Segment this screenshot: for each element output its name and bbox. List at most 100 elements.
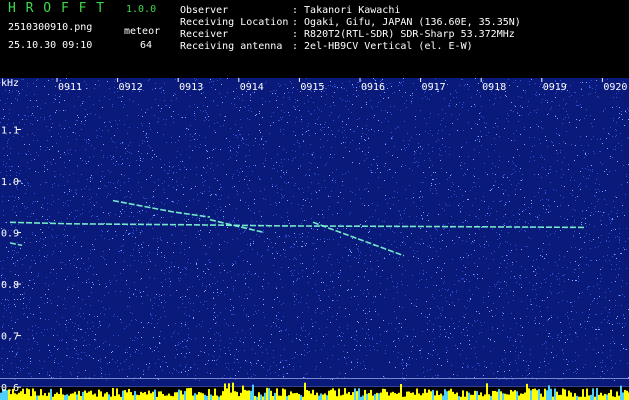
signal-bar (160, 391, 162, 400)
header-panel: H R O F F T 1.0.0 2510300910.png meteor … (0, 0, 629, 78)
signal-bar (188, 388, 190, 400)
signal-bar (306, 389, 308, 400)
signal-bar (424, 388, 426, 400)
signal-bar (254, 395, 256, 400)
signal-bar (494, 390, 496, 400)
signal-bar (548, 385, 550, 400)
antenna-value: : 2el-HB9CV Vertical (el. E-W) (292, 41, 473, 52)
signal-bar (456, 392, 458, 400)
signal-bar (338, 388, 340, 400)
signal-bar (386, 391, 388, 400)
signal-bar (496, 391, 498, 400)
frequency-tick-label: 1.0 (1, 177, 19, 188)
signal-bar (38, 395, 40, 400)
signal-bar (182, 394, 184, 400)
signal-bar (76, 394, 78, 400)
signal-bar (370, 389, 372, 400)
signal-bar (100, 391, 102, 400)
signal-bar (544, 388, 546, 400)
signal-bar (400, 384, 402, 400)
signal-bar (520, 393, 522, 400)
signal-bar (270, 390, 272, 400)
signal-bar (418, 393, 420, 400)
signal-bar (406, 391, 408, 400)
signal-bar (108, 394, 110, 400)
signal-bar (260, 394, 262, 400)
meteor-count: 64 (140, 40, 153, 51)
signal-bar (598, 394, 600, 400)
signal-bar (522, 393, 524, 400)
signal-bar (198, 391, 200, 400)
time-tick-label: 0913 (179, 82, 203, 93)
signal-bar (88, 391, 90, 400)
signal-bar (104, 393, 106, 400)
signal-bar (158, 391, 160, 400)
signal-bar (122, 390, 124, 400)
signal-bar (66, 394, 68, 400)
signal-bar (32, 388, 34, 400)
app-title: H R O F F T (8, 1, 106, 16)
signal-bar (176, 392, 178, 400)
signal-bar (204, 394, 206, 400)
signal-bar (438, 395, 440, 400)
signal-bar (420, 395, 422, 400)
signal-bar (90, 390, 92, 400)
signal-bar (310, 393, 312, 400)
signal-bar (226, 388, 228, 400)
signal-bar (136, 394, 138, 400)
signal-bar (472, 394, 474, 400)
signal-bar (128, 388, 130, 400)
signal-bar (202, 393, 204, 400)
signal-bar (564, 389, 566, 400)
signal-bar (566, 396, 568, 400)
signal-bar (378, 393, 380, 400)
signal-bar (300, 395, 302, 400)
signal-bar (318, 395, 320, 400)
signal-bar (466, 391, 468, 400)
signal-bar (514, 390, 516, 400)
signal-bar (272, 395, 274, 400)
signal-bar (616, 391, 618, 400)
signal-bar (562, 388, 564, 400)
frequency-tick-label: 0.7 (1, 332, 19, 343)
signal-bar (46, 395, 48, 400)
location-value: : Ogaki, Gifu, JAPAN (136.60E, 35.35N) (292, 17, 521, 28)
signal-bar (380, 392, 382, 400)
signal-bar (540, 393, 542, 400)
signal-bar (604, 393, 606, 400)
signal-bar (298, 394, 300, 400)
signal-bar (546, 390, 548, 400)
signal-bar (366, 393, 368, 400)
signal-bar (244, 389, 246, 400)
signal-bar (596, 388, 598, 400)
signal-bar (168, 393, 170, 400)
signal-bar (234, 391, 236, 400)
signal-bar (588, 395, 590, 400)
signal-bar (570, 392, 572, 400)
signal-bar (208, 389, 210, 400)
frequency-tick-label: 0.6 (1, 383, 19, 394)
signal-bar (98, 389, 100, 400)
signal-bar (264, 392, 266, 400)
signal-bar (106, 392, 108, 400)
signal-bar (538, 389, 540, 400)
signal-bar (248, 390, 250, 400)
signal-bar (626, 390, 628, 400)
signal-bar (218, 396, 220, 400)
signal-bar (574, 393, 576, 400)
signal-bar (178, 389, 180, 400)
signal-bar (348, 392, 350, 400)
signal-bar (622, 392, 624, 400)
signal-bar (60, 388, 62, 400)
signal-bar (462, 390, 464, 400)
signal-bar (138, 395, 140, 400)
signal-bar (586, 388, 588, 400)
date-time: 25.10.30 09:10 (8, 40, 93, 51)
signal-bar (36, 395, 38, 400)
signal-bar (498, 388, 500, 400)
observer-value: : Takanori Kawachi (292, 5, 401, 16)
signal-bar (526, 383, 528, 400)
signal-bar (474, 390, 476, 400)
signal-bar (284, 389, 286, 400)
signal-bar (458, 396, 460, 400)
